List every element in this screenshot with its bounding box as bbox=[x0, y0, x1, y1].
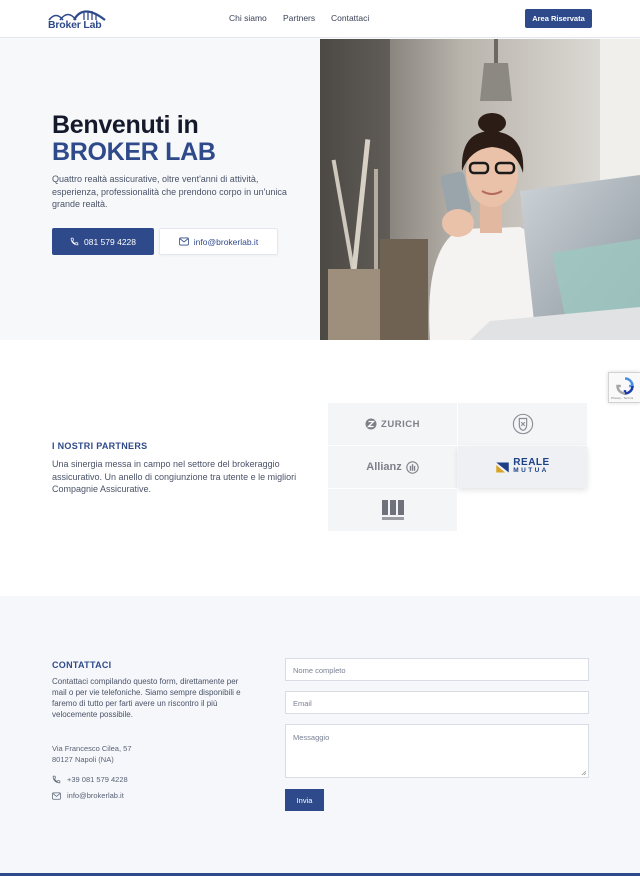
tua-logo-mark bbox=[381, 500, 404, 520]
site-header: Broker Lab Chi siamo Partners Contattaci… bbox=[0, 0, 640, 38]
partner-logo-allianz: Allianz bbox=[328, 446, 457, 488]
hero-section: Benvenuti in BROKER LAB Quattro realtà a… bbox=[0, 39, 640, 340]
partner-logo-tua bbox=[328, 489, 457, 531]
area-riservata-button[interactable]: Area Riservata bbox=[525, 9, 592, 28]
partners-description: Una sinergia messa in campo nel settore … bbox=[52, 459, 297, 494]
contact-email[interactable]: info@brokerlab.it bbox=[52, 791, 124, 800]
contact-description: Contattaci compilando questo form, diret… bbox=[52, 677, 241, 719]
reale-mutua-emblem-icon bbox=[496, 462, 510, 472]
allianz-text: Allianz bbox=[366, 461, 402, 473]
hero-title-line1: Benvenuti in bbox=[52, 111, 199, 139]
contact-title: CONTATTACI bbox=[52, 660, 112, 670]
hero-phone-button[interactable]: 081 579 4228 bbox=[52, 228, 154, 255]
mutua-text: MUTUA bbox=[513, 467, 549, 474]
contact-phone-label: +39 081 579 4228 bbox=[67, 775, 128, 784]
email-input[interactable]: Email bbox=[285, 691, 589, 714]
logo-text: Broker Lab bbox=[48, 19, 102, 31]
nav-contattaci[interactable]: Contattaci bbox=[331, 13, 369, 23]
zurich-text: ZURICH bbox=[381, 418, 420, 430]
phone-icon bbox=[52, 775, 61, 784]
contact-email-label: info@brokerlab.it bbox=[67, 791, 124, 800]
partner-logo-zurich: ZURICH bbox=[328, 403, 457, 445]
hero-email-label: info@brokerlab.it bbox=[193, 236, 259, 247]
brand-logo[interactable]: Broker Lab bbox=[48, 5, 108, 33]
address-city: 80127 Napoli (NA) bbox=[52, 755, 114, 764]
resize-handle-icon[interactable] bbox=[581, 770, 587, 776]
reale-text: REALE bbox=[513, 457, 550, 468]
envelope-icon bbox=[179, 237, 189, 246]
name-input[interactable]: Nome completo bbox=[285, 658, 589, 681]
message-placeholder: Messaggio bbox=[293, 733, 330, 742]
hero-title-line2: BROKER LAB bbox=[52, 138, 216, 166]
recaptcha-links[interactable]: Privacy - Termini bbox=[611, 396, 633, 400]
nav-partners[interactable]: Partners bbox=[283, 13, 315, 23]
hero-photo bbox=[320, 39, 640, 340]
contact-phone[interactable]: +39 081 579 4228 bbox=[52, 775, 128, 784]
submit-button[interactable]: Invia bbox=[285, 789, 324, 811]
message-textarea[interactable]: Messaggio bbox=[285, 724, 589, 778]
zurich-emblem-icon bbox=[365, 418, 377, 430]
phone-icon bbox=[70, 237, 79, 246]
recaptcha-badge[interactable]: Privacy - Termini bbox=[608, 372, 640, 403]
hero-email-button[interactable]: info@brokerlab.it bbox=[159, 228, 278, 255]
crest-emblem-icon bbox=[512, 413, 533, 435]
partner-logo-crest bbox=[458, 403, 587, 445]
envelope-icon bbox=[52, 791, 61, 800]
nav-chi-siamo[interactable]: Chi siamo bbox=[229, 13, 267, 23]
hero-phone-label: 081 579 4228 bbox=[84, 236, 136, 247]
allianz-eagle-icon bbox=[405, 460, 419, 474]
partners-title: I NOSTRI PARTNERS bbox=[52, 441, 148, 451]
woman-with-phone-illustration bbox=[320, 39, 640, 340]
recaptcha-icon bbox=[616, 377, 634, 395]
partner-logo-reale-mutua: REALE MUTUA bbox=[458, 446, 587, 488]
hero-description: Quattro realtà assicurative, oltre vent'… bbox=[52, 174, 287, 209]
address-street: Via Francesco Cilea, 57 bbox=[52, 744, 132, 753]
